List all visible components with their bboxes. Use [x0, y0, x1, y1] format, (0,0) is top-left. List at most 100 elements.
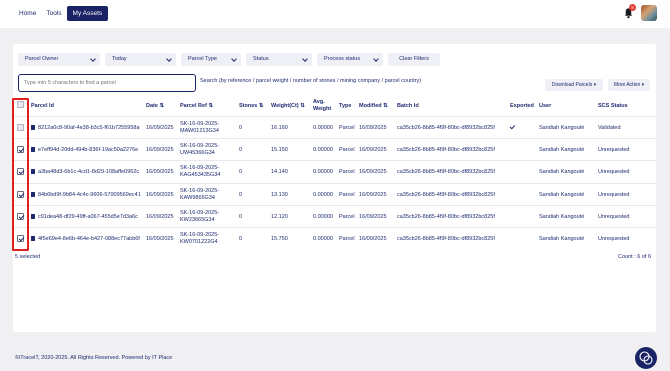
cell-stones: 0: [239, 169, 243, 175]
document-icon: [31, 147, 35, 152]
cell-type: Parcel: [339, 147, 355, 153]
col-weight-label: Weight(Ct): [271, 103, 299, 109]
cell-stones: 0: [239, 147, 243, 153]
sort-icon: ⇅: [208, 103, 214, 109]
cell-parcel-id[interactable]: a3ba48d3-6b1c-4cd1-8d29-108affe0962c: [38, 169, 139, 175]
avatar[interactable]: [641, 5, 657, 21]
cell-date: 16/09/2025: [146, 125, 174, 131]
sort-icon: ⇅: [159, 103, 165, 109]
cell-modified: 16/09/2025: [359, 169, 387, 175]
cell-date: 16/09/2025: [146, 214, 174, 220]
parcel-type-label: Parcel Type: [188, 56, 217, 62]
table-row[interactable]: 8212a0c8-90af-4e38-b3c5-f61b7255958a 16/0…: [13, 116, 656, 138]
col-batch-id[interactable]: Batch Id: [397, 103, 419, 109]
cell-batch-id: ca35cb26-8b85-4f9f-80bc-df8932bc825f: [397, 169, 495, 175]
status-filter[interactable]: Status: [246, 53, 312, 66]
col-parcel-ref[interactable]: Parcel Ref ⇅: [180, 103, 213, 109]
col-modified-label: Modified: [359, 103, 382, 109]
process-status-filter[interactable]: Process status: [317, 53, 383, 66]
cell-modified: 16/09/2025: [359, 236, 387, 242]
cell-weight: 13.130: [271, 192, 288, 198]
table-row[interactable]: a3ba48d3-6b1c-4cd1-8d29-108affe0962c 16/0…: [13, 160, 656, 182]
chat-button[interactable]: [635, 347, 657, 369]
cell-parcel-ref: SK-16-09-2025- KW0701222G4: [180, 232, 219, 246]
footer: ©iTraceiT, 2020-2025. All Rights Reserve…: [15, 355, 172, 361]
cell-parcel-ref: SK-16-09-2025- KAW9865G34: [180, 188, 219, 202]
more-action-button[interactable]: More Action ▾: [608, 79, 650, 91]
main-nav: Home Tools My Assets: [14, 6, 109, 21]
top-navbar: Home Tools My Assets 5: [0, 0, 670, 28]
ref-line-1: SK-16-09-2025-: [180, 210, 220, 216]
table-row[interactable]: c91dea48-df29-49ff-a067-455d5e7d3a6c 16/0…: [13, 205, 656, 227]
footer-powered-link[interactable]: IT Place: [152, 355, 172, 361]
cell-type: Parcel: [339, 169, 355, 175]
col-avg-label-2: Weight: [313, 106, 332, 112]
cell-user: Sandiah Kangouté: [539, 147, 585, 153]
cell-date: 16/09/2025: [146, 147, 174, 153]
cell-modified: 16/09/2025: [359, 192, 387, 198]
document-icon: [31, 214, 35, 219]
cell-scs-status: Validated: [598, 125, 621, 131]
nav-home[interactable]: Home: [14, 6, 41, 21]
cell-parcel-id[interactable]: 8212a0c8-90af-4e38-b3c5-f61b7255958a: [38, 125, 140, 131]
col-date-label: Date: [146, 103, 158, 109]
cell-parcel-ref: SK-16-09-2025- KW23665G34: [180, 210, 219, 224]
ref-line-2: MAW01213G34: [180, 128, 219, 134]
search-input[interactable]: [18, 74, 196, 92]
date-filter[interactable]: Today: [105, 53, 176, 66]
col-scs-status[interactable]: SCS Status: [598, 103, 628, 109]
ref-line-2: KAW9865G34: [180, 195, 215, 201]
cell-batch-id: ca35cb26-8b85-4f9f-80bc-df8932bc825f: [397, 214, 495, 220]
cell-type: Parcel: [339, 192, 355, 198]
ref-line-2: KW23665G34: [180, 217, 215, 223]
document-icon: [31, 169, 35, 174]
nav-my-assets[interactable]: My Assets: [66, 6, 109, 21]
cell-parcel-id[interactable]: e7eff94d-20dd-494b-836f-19ac50a2276e: [38, 147, 138, 153]
col-stones[interactable]: Stones ⇅: [239, 103, 263, 109]
cell-batch-id: ca35cb26-8b85-4f9f-80bc-df8932bc825f: [397, 236, 495, 242]
cell-user: Sandiah Kangouté: [539, 192, 585, 198]
row-count: Count : 6 of 6: [618, 254, 652, 260]
col-modified[interactable]: Modified ⇅: [359, 103, 388, 109]
table-row[interactable]: 84b6bd9f-9b84-4c4c-9606-57009569ec41 16/0…: [13, 183, 656, 205]
cell-weight: 15.150: [271, 147, 288, 153]
cell-parcel-id[interactable]: 84b6bd9f-9b84-4c4c-9606-57009569ec41: [38, 192, 141, 198]
cell-stones: 0: [239, 214, 243, 220]
cell-parcel-ref: SK-16-09-2025- UW45366G34: [180, 143, 219, 157]
table-row[interactable]: 4f5e69e4-8e6b-464e-b427-088ec77abb6f 16/0…: [13, 227, 656, 249]
nav-tools[interactable]: Tools: [41, 6, 66, 21]
cell-parcel-id[interactable]: c91dea48-df29-49ff-a067-455d5e7d3a6c: [38, 214, 138, 220]
col-exported[interactable]: Exported: [510, 103, 534, 109]
ref-line-2: KAG453435G34: [180, 172, 221, 178]
date-filter-label: Today: [112, 56, 127, 62]
cell-modified: 16/09/2025: [359, 147, 387, 153]
parcel-owner-filter[interactable]: Parcel Owner: [18, 53, 100, 66]
table-row[interactable]: e7eff94d-20dd-494b-836f-19ac50a2276e 16/0…: [13, 138, 656, 160]
clear-filters-button[interactable]: Clear Filters: [388, 53, 440, 66]
col-parcel-id[interactable]: Parcel Id: [31, 103, 54, 109]
ref-line-1: SK-16-09-2025-: [180, 188, 220, 194]
cell-scs-status: Unrequested: [598, 147, 630, 153]
col-avg-weight[interactable]: Avg. Weight: [313, 99, 331, 113]
col-user[interactable]: User: [539, 103, 551, 109]
col-stones-label: Stones: [239, 103, 258, 109]
cell-avg-weight: 0.00000: [313, 169, 333, 175]
cell-weight: 14.140: [271, 169, 288, 175]
col-type[interactable]: Type: [339, 103, 351, 109]
chevron-down-icon: [166, 56, 172, 62]
cell-parcel-id[interactable]: 4f5e69e4-8e6b-464e-b427-088ec77abb6f: [38, 236, 140, 242]
cell-date: 16/09/2025: [146, 192, 174, 198]
col-weight[interactable]: Weight(Ct) ⇅: [271, 103, 305, 109]
cell-scs-status: Unrequested: [598, 214, 630, 220]
download-parcels-button[interactable]: Download Parcels ▾: [545, 79, 603, 91]
cell-weight: 16.160: [271, 125, 288, 131]
col-parcel-ref-label: Parcel Ref: [180, 103, 207, 109]
sort-icon: ⇅: [300, 103, 305, 109]
col-date[interactable]: Date ⇅: [146, 103, 164, 109]
process-status-label: Process status: [324, 56, 361, 62]
cell-parcel-ref: SK-16-09-2025- KAG453435G34: [180, 165, 220, 179]
chat-icon: [639, 351, 653, 365]
cell-avg-weight: 0.00000: [313, 147, 333, 153]
parcel-type-filter[interactable]: Parcel Type: [181, 53, 241, 66]
cell-stones: 0: [239, 192, 243, 198]
